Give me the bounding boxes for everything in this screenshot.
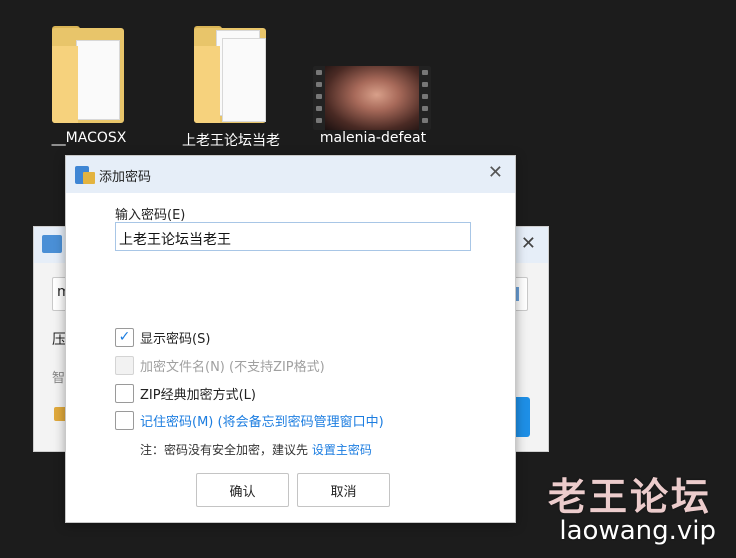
watermark-url: laowang.vip — [559, 516, 716, 546]
password-label: 输入密码(E) — [115, 208, 186, 223]
folder-icon — [48, 26, 128, 126]
ok-button[interactable]: 确认 — [196, 473, 289, 507]
zip-classic-encryption-option[interactable]: ZIP经典加密方式(L) — [115, 382, 256, 404]
checkbox-icon[interactable] — [115, 383, 134, 403]
checkbox-disabled-icon — [115, 355, 134, 375]
set-master-password-link[interactable]: 设置主密码 — [312, 443, 372, 457]
checkbox-icon[interactable] — [115, 410, 134, 430]
desktop-icon-folder-laowang[interactable]: 上老王论坛当老 — [166, 26, 296, 156]
password-input[interactable] — [115, 222, 471, 251]
desktop-icon-label: 上老王论坛当老 — [182, 133, 280, 149]
close-icon[interactable]: ✕ — [488, 162, 503, 183]
encrypt-filenames-option: 加密文件名(N) (不支持ZIP格式) — [115, 354, 325, 376]
dialog-title-bar: 添加密码 ✕ — [66, 156, 515, 193]
desktop-icon-label: malenia-defeat — [319, 130, 427, 146]
desktop-icon-video[interactable]: malenia-defeat — [308, 26, 438, 156]
option-label: ZIP经典加密方式(L) — [140, 387, 256, 403]
video-thumbnail — [313, 66, 431, 130]
background-label: 压 — [52, 332, 66, 348]
option-label: 显示密码(S) — [140, 331, 211, 347]
security-note: 注：密码没有安全加密，建议先 设置主密码 — [140, 441, 372, 458]
note-text: 注：密码没有安全加密，建议先 — [140, 443, 312, 457]
checkbox-checked-icon[interactable]: ✓ — [115, 327, 134, 347]
add-password-dialog: 添加密码 ✕ 输入密码(E) ✓ 显示密码(S) 加密文件名(N) (不支持ZI… — [65, 155, 516, 523]
watermark-title: 老王论坛 — [547, 475, 712, 519]
folder-icon — [190, 26, 270, 126]
option-label: 加密文件名(N) (不支持ZIP格式) — [140, 359, 325, 375]
cancel-button[interactable]: 取消 — [297, 473, 390, 507]
desktop-icon-label: __MACOSX — [51, 130, 127, 146]
app-icon — [42, 235, 62, 253]
close-icon[interactable]: ✕ — [521, 233, 536, 254]
archive-app-icon — [75, 166, 95, 184]
show-password-option[interactable]: ✓ 显示密码(S) — [115, 326, 210, 348]
desktop-icon-macosx[interactable]: __MACOSX — [24, 26, 154, 156]
background-label: 智 — [52, 371, 66, 386]
option-label: 记住密码(M) (将会备忘到密码管理窗口中) — [140, 414, 384, 430]
dialog-title: 添加密码 — [99, 170, 152, 185]
remember-password-option[interactable]: 记住密码(M) (将会备忘到密码管理窗口中) — [115, 409, 384, 431]
